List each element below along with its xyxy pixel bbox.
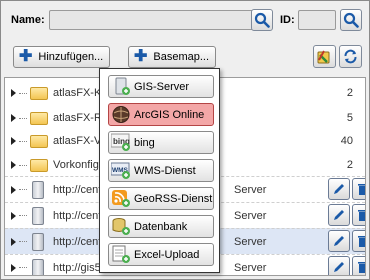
id-label: ID: xyxy=(280,14,295,26)
delete-button[interactable] xyxy=(352,256,365,275)
delete-button[interactable] xyxy=(352,204,365,226)
folder-icon xyxy=(30,86,48,100)
menu-item-arcgis-online[interactable]: ArcGIS Online xyxy=(108,103,214,126)
basemap-button-label: Basemap... xyxy=(153,51,210,63)
wms-icon: WMS xyxy=(111,162,130,179)
layer-manager-panel: Name: ID: ✚ Hinzufügen... ✚ Basemap... a… xyxy=(0,0,370,280)
tree-row-count: 2 xyxy=(346,87,353,99)
trash-icon xyxy=(358,184,365,195)
name-label: Name: xyxy=(11,14,45,26)
tree-row-suffix: Server xyxy=(234,235,267,248)
refresh-icon xyxy=(344,49,357,64)
tree-row-count: 40 xyxy=(340,135,353,147)
tree-row-label: atlasFX-V xyxy=(53,135,102,147)
expand-arrow-icon[interactable] xyxy=(11,263,16,272)
expand-arrow-icon[interactable] xyxy=(11,237,16,246)
menu-item-label: Datenbank xyxy=(134,220,188,233)
rss-icon xyxy=(112,190,130,207)
refresh-button[interactable] xyxy=(339,45,362,68)
edit-button[interactable] xyxy=(328,256,350,275)
menu-item-georss[interactable]: GeoRSS-Dienst xyxy=(108,187,214,210)
folder-icon xyxy=(30,134,48,148)
tree-row-suffix: Server xyxy=(234,209,267,222)
expand-arrow-icon[interactable] xyxy=(11,211,16,220)
tree-row-suffix: Server xyxy=(234,261,267,274)
tree-row-label: Vorkonfig xyxy=(53,159,99,171)
gis-server-icon xyxy=(115,77,130,95)
expand-arrow-icon[interactable] xyxy=(11,185,16,194)
excel-upload-icon xyxy=(112,245,130,263)
menu-item-database[interactable]: Datenbank xyxy=(108,215,214,238)
pencil-icon xyxy=(334,236,344,246)
magnifier-icon xyxy=(254,12,270,28)
basemap-button[interactable]: ✚ Basemap... xyxy=(128,46,217,68)
menu-item-gis-server[interactable]: GIS-Server xyxy=(108,75,214,98)
server-icon xyxy=(32,258,44,275)
trash-icon xyxy=(358,236,365,247)
expand-arrow-icon[interactable] xyxy=(11,89,16,97)
plus-icon: ✚ xyxy=(134,48,148,65)
search-row: Name: ID: xyxy=(11,9,366,32)
menu-item-label: GIS-Server xyxy=(134,80,190,93)
delete-button[interactable] xyxy=(352,230,365,252)
globe-icon xyxy=(112,106,130,123)
pencil-icon xyxy=(334,210,344,220)
name-search-button[interactable] xyxy=(251,9,273,31)
tree-row-label: http://cent xyxy=(53,209,102,222)
edit-button[interactable] xyxy=(328,204,350,226)
plus-icon: ✚ xyxy=(19,48,33,65)
menu-item-bing[interactable]: bing bing xyxy=(108,131,214,154)
name-search-input[interactable] xyxy=(49,10,257,30)
folder-icon xyxy=(30,111,48,125)
add-button[interactable]: ✚ Hinzufügen... xyxy=(13,46,111,68)
clean-button[interactable] xyxy=(313,45,336,68)
expand-arrow-icon[interactable] xyxy=(11,114,16,122)
expand-arrow-icon[interactable] xyxy=(11,137,16,145)
bing-icon: bing xyxy=(111,133,130,151)
tree-row-count: 2 xyxy=(346,159,353,171)
tree-row-suffix: Server xyxy=(234,183,267,196)
server-icon xyxy=(32,206,44,225)
database-icon xyxy=(112,218,130,235)
id-search-button[interactable] xyxy=(340,9,362,31)
menu-item-excel-upload[interactable]: Excel-Upload xyxy=(108,243,214,266)
menu-item-label: bing xyxy=(134,136,155,149)
tree-row-count: 5 xyxy=(346,112,353,124)
folder-icon xyxy=(30,158,48,172)
server-icon xyxy=(32,180,44,199)
add-source-menu: GIS-Server ArcGIS Online bing bing WMS W xyxy=(99,68,220,273)
menu-item-label: Excel-Upload xyxy=(134,248,200,261)
trash-icon xyxy=(358,210,365,221)
menu-item-label: ArcGIS Online xyxy=(134,108,205,121)
eraser-icon xyxy=(317,50,330,64)
tree-row-label: http://cent xyxy=(53,183,102,196)
id-search-input[interactable] xyxy=(298,10,336,30)
delete-button[interactable] xyxy=(352,178,365,200)
menu-item-wms[interactable]: WMS WMS-Dienst xyxy=(108,159,214,182)
tree-row-label: http://gis5 xyxy=(53,261,101,274)
expand-arrow-icon[interactable] xyxy=(11,161,16,169)
server-icon xyxy=(32,232,44,251)
edit-button[interactable] xyxy=(328,178,350,200)
edit-button[interactable] xyxy=(328,230,350,252)
pencil-icon xyxy=(334,262,344,272)
magnifier-icon xyxy=(343,12,359,28)
tree-row-label: http://cent xyxy=(53,235,102,248)
menu-item-label: GeoRSS-Dienst xyxy=(134,192,213,205)
trash-icon xyxy=(358,262,365,273)
add-button-label: Hinzufügen... xyxy=(38,51,104,63)
menu-item-label: WMS-Dienst xyxy=(134,164,196,177)
pencil-icon xyxy=(334,184,344,194)
